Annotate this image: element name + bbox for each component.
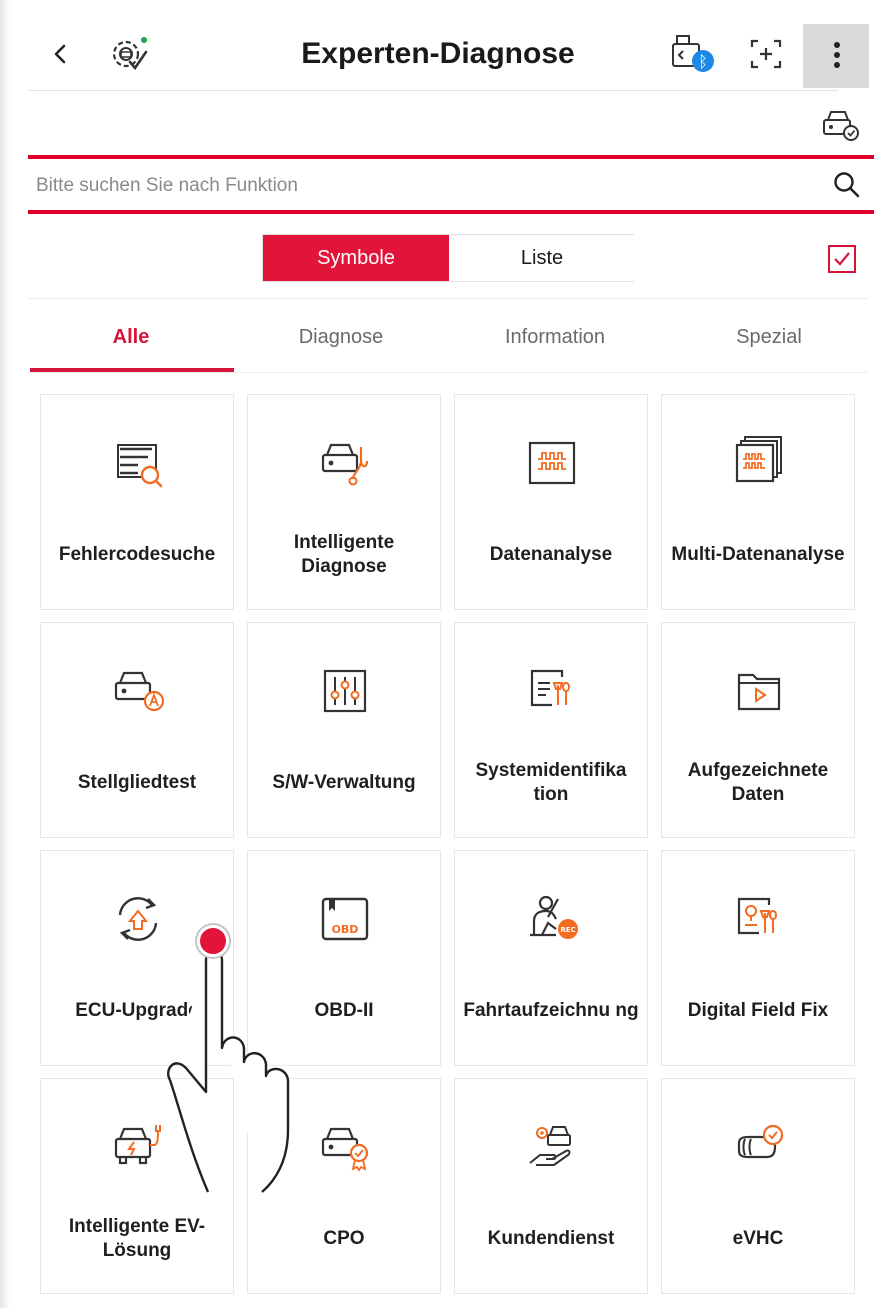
obd-icon: OBD — [321, 897, 369, 941]
function-tile-label: Datenanalyse — [489, 544, 613, 565]
svg-text:OBD: OBD — [332, 923, 359, 936]
evhc-icon — [737, 1124, 784, 1159]
multi-waveform-icon — [735, 436, 782, 483]
function-tile-label: Fahrtaufzeichnu ng — [463, 1000, 639, 1021]
drive-record-icon: REC — [530, 895, 578, 939]
function-tile-label: Kundendienst — [487, 1228, 615, 1249]
system-id-icon — [530, 669, 570, 707]
function-tile-label: Fehlercodesuche — [58, 544, 216, 565]
function-grid: Fehlercodesuche Intelligente Diagnose Da… — [0, 0, 874, 1308]
function-tile-fahrtaufzeichnung[interactable]: REC Fahrtaufzeichnu ng — [454, 850, 648, 1066]
function-tile-label: eVHC — [732, 1228, 784, 1249]
touch-point-indicator — [197, 925, 229, 957]
function-tile-stellgliedtest[interactable]: Stellgliedtest — [40, 622, 234, 838]
cpo-car-icon — [321, 1127, 369, 1172]
code-search-icon — [117, 444, 163, 488]
function-tile-multi-datenanalyse[interactable]: Multi-Datenanalyse — [661, 394, 855, 610]
function-tile-datenanalyse[interactable]: Datenanalyse — [454, 394, 648, 610]
function-tile-systemidentifikation[interactable]: Systemidentifika tion — [454, 622, 648, 838]
recorded-data-icon — [737, 673, 781, 711]
function-tile-evhc[interactable]: eVHC — [661, 1078, 855, 1294]
car-actuator-icon — [114, 671, 165, 712]
function-tile-label: Aufgezeichnete Daten — [687, 760, 829, 805]
function-tile-label: Digital Field Fix — [687, 1000, 829, 1021]
function-tile-aufgezeichnete-daten[interactable]: Aufgezeichnete Daten — [661, 622, 855, 838]
function-tile-label: S/W-Verwaltung — [272, 772, 416, 793]
function-tile-label: Intelligente EV-Lösung — [68, 1216, 206, 1261]
function-tile-label: Intelligente Diagnose — [293, 532, 395, 577]
customer-service-icon — [529, 1126, 571, 1166]
field-fix-icon — [737, 897, 777, 935]
function-tile-kundendienst[interactable]: Kundendienst — [454, 1078, 648, 1294]
svg-text:REC: REC — [560, 926, 575, 934]
expert-diagnosis-screen: Experten-Diagnose ᛒ Bitte suchen Sie nac… — [0, 0, 874, 1308]
function-tile-sw-verwaltung[interactable]: S/W-Verwaltung — [247, 622, 441, 838]
waveform-icon — [528, 441, 576, 485]
function-tile-label: CPO — [323, 1228, 365, 1249]
sliders-icon — [323, 669, 367, 713]
function-tile-label: Systemidentifika tion — [475, 760, 627, 805]
function-tile-intelligente-diagnose[interactable]: Intelligente Diagnose — [247, 394, 441, 610]
function-tile-label: Stellgliedtest — [77, 772, 197, 793]
function-tile-fehlercodesuche[interactable]: Fehlercodesuche — [40, 394, 234, 610]
car-stethoscope-icon — [321, 443, 369, 486]
function-tile-digital-field-fix[interactable]: Digital Field Fix — [661, 850, 855, 1066]
function-tile-label: Multi-Datenanalyse — [671, 544, 845, 565]
tap-hand-icon — [167, 949, 290, 1193]
